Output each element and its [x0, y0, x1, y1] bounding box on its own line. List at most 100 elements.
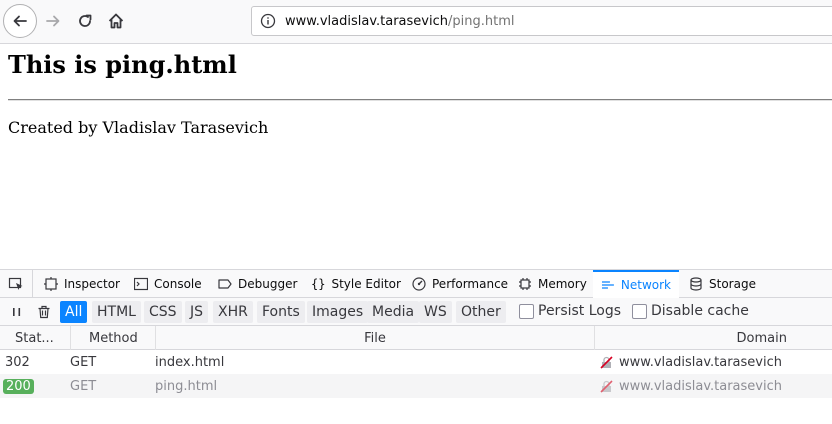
console-icon — [134, 277, 148, 291]
column-status-label: Stat... — [15, 330, 54, 346]
filter-ws-label: WS — [424, 304, 447, 320]
filter-xhr-label: XHR — [218, 304, 248, 320]
filter-all-label: All — [65, 304, 83, 320]
filter-other-label: Other — [461, 304, 501, 320]
column-method[interactable]: Method — [71, 326, 156, 350]
pause-icon — [13, 308, 21, 316]
request-method: GET — [70, 378, 97, 394]
tab-debugger-label: Debugger — [238, 277, 298, 291]
disable-cache-checkbox[interactable]: Disable cache — [632, 303, 749, 319]
tab-storage-label: Storage — [709, 277, 756, 291]
reload-icon — [79, 14, 92, 27]
element-picker-icon — [8, 277, 23, 290]
tab-network-label: Network — [620, 278, 671, 292]
filter-xhr[interactable]: XHR — [213, 301, 253, 323]
request-file: ping.html — [155, 378, 218, 394]
request-method: GET — [70, 354, 97, 370]
request-domain: www.vladislav.tarasevich — [619, 354, 782, 370]
request-row[interactable]: 200 GET ping.html www.vladislav.tarasevi… — [0, 374, 832, 398]
trash-icon — [38, 305, 50, 319]
reload-button[interactable] — [70, 6, 100, 36]
disable-cache-box[interactable] — [632, 303, 647, 319]
network-filterbar: All HTML CSS JS XHR Fonts Images Media W… — [0, 298, 832, 326]
filter-media-label: Media — [372, 304, 415, 320]
performance-icon — [412, 277, 426, 291]
filter-images-label: Images — [312, 304, 364, 320]
disable-cache-label: Disable cache — [651, 303, 749, 319]
request-status: 302 — [5, 354, 30, 370]
page-heading: This is ping.html — [8, 50, 237, 79]
tab-inspector[interactable]: Inspector — [44, 270, 120, 298]
url-path: /ping.html — [447, 13, 515, 29]
filter-fonts[interactable]: Fonts — [257, 301, 305, 323]
home-button[interactable] — [101, 6, 131, 36]
url-host: www.vladislav.tarasevich — [285, 13, 448, 29]
devtools-panel: Inspector Console Debugger {} Style Edit… — [0, 269, 832, 424]
tab-storage[interactable]: Storage — [689, 270, 756, 298]
filter-media[interactable]: Media — [367, 301, 420, 323]
column-method-label: Method — [89, 330, 138, 346]
filter-css-label: CSS — [149, 304, 177, 320]
pause-button[interactable] — [8, 303, 26, 321]
memory-icon — [519, 278, 531, 290]
column-file[interactable]: File — [156, 326, 595, 350]
storage-icon — [690, 277, 702, 291]
network-icon — [601, 281, 614, 289]
filter-html-label: HTML — [97, 304, 136, 320]
tab-performance[interactable]: Performance — [412, 270, 508, 298]
request-domain-cell: www.vladislav.tarasevich — [600, 350, 782, 374]
arrow-left-icon — [13, 15, 27, 27]
element-picker-button[interactable] — [0, 270, 33, 298]
column-domain[interactable]: Domain — [595, 326, 832, 350]
tab-memory-label: Memory — [538, 277, 587, 291]
tab-console[interactable]: Console — [134, 270, 202, 298]
tab-memory[interactable]: Memory — [518, 270, 587, 298]
filter-other[interactable]: Other — [456, 301, 506, 323]
filter-js[interactable]: JS — [185, 301, 209, 323]
horizontal-rule — [8, 99, 832, 101]
filter-ws[interactable]: WS — [419, 301, 452, 323]
back-button[interactable] — [3, 4, 37, 38]
persist-logs-label: Persist Logs — [538, 303, 622, 319]
column-status[interactable]: Stat... — [0, 326, 71, 350]
persist-logs-checkbox[interactable]: Persist Logs — [519, 303, 621, 319]
devtools-tabbar: Inspector Console Debugger {} Style Edit… — [0, 269, 832, 298]
request-row[interactable]: 302 GET index.html www.vladislav.tarasev… — [0, 350, 832, 374]
debugger-icon — [218, 279, 232, 289]
tab-performance-label: Performance — [432, 277, 509, 291]
filter-images[interactable]: Images — [307, 301, 369, 323]
request-status: 200 — [3, 378, 34, 394]
created-by-text: Created by Vladislav Tarasevich — [8, 118, 269, 137]
filter-js-label: JS — [190, 304, 204, 320]
inspector-icon — [44, 277, 58, 291]
request-domain: www.vladislav.tarasevich — [619, 378, 782, 394]
insecure-connection-icon — [600, 355, 613, 369]
column-file-label: File — [364, 330, 386, 346]
style-editor-icon: {} — [311, 277, 326, 291]
url-bar[interactable]: www.vladislav.tarasevich/ping.html — [251, 6, 832, 36]
filter-css[interactable]: CSS — [144, 301, 182, 323]
tab-network[interactable]: Network — [593, 270, 679, 298]
home-icon — [108, 13, 124, 29]
request-status-cell: 200 — [3, 374, 34, 398]
request-domain-cell: www.vladislav.tarasevich — [600, 374, 782, 398]
tab-console-label: Console — [154, 277, 202, 291]
filter-fonts-label: Fonts — [262, 304, 300, 320]
info-icon[interactable] — [260, 13, 276, 29]
clear-button[interactable] — [35, 303, 53, 321]
arrow-right-icon — [46, 15, 60, 27]
tab-style-editor[interactable]: {} Style Editor — [311, 270, 401, 298]
column-domain-label: Domain — [736, 330, 787, 346]
tab-inspector-label: Inspector — [64, 277, 120, 291]
browser-toolbar: www.vladislav.tarasevich/ping.html — [0, 0, 832, 44]
persist-logs-box[interactable] — [519, 303, 534, 319]
request-table-header: Stat... Method File Domain — [0, 326, 832, 350]
page-content: This is ping.html Created by Vladislav T… — [0, 44, 832, 269]
request-file: index.html — [155, 354, 225, 370]
tab-debugger[interactable]: Debugger — [218, 270, 297, 298]
insecure-connection-icon — [600, 379, 613, 393]
tab-style-editor-label: Style Editor — [331, 277, 401, 291]
filter-all[interactable]: All — [60, 301, 88, 323]
filter-html[interactable]: HTML — [92, 301, 141, 323]
forward-button[interactable] — [38, 6, 68, 36]
